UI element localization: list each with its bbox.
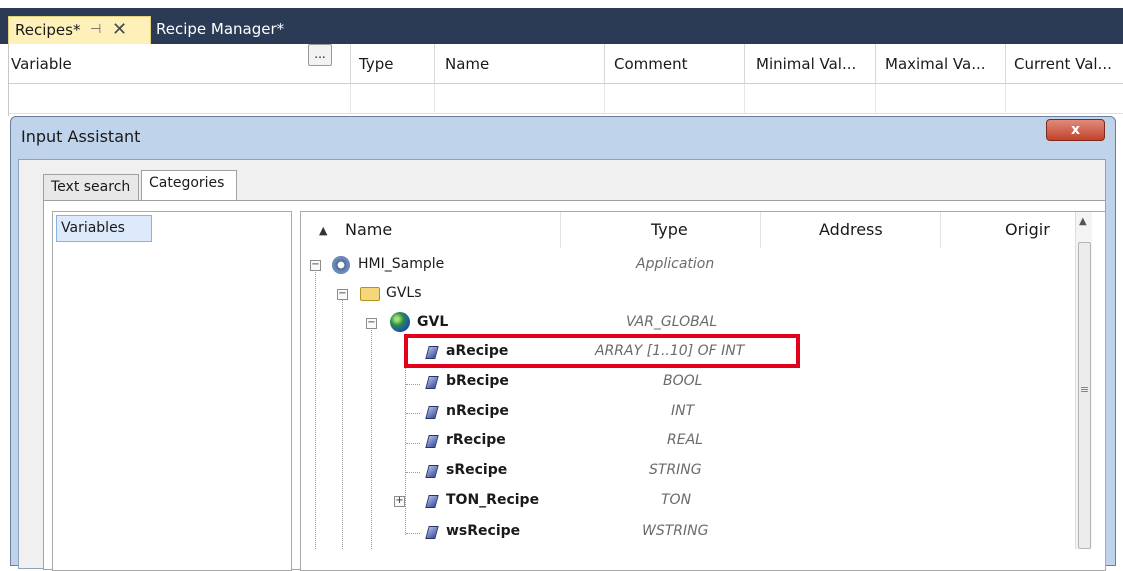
tree-row-wsrecipe[interactable]: wsRecipe WSTRING — [305, 518, 805, 546]
grip-icon: ≡ — [1079, 383, 1090, 396]
tree-node-type: Application — [636, 256, 715, 272]
column-header-comment[interactable]: Comment — [605, 44, 745, 84]
collapse-icon[interactable]: − — [337, 289, 348, 300]
tree-node-type: WSTRING — [642, 523, 709, 539]
tree-node-type: VAR_GLOBAL — [626, 314, 718, 330]
scroll-up-icon[interactable]: ▲ — [1079, 216, 1087, 227]
tree-header-origin[interactable]: Origir — [941, 212, 1071, 248]
tree-node-name: GVLs — [386, 285, 422, 301]
variable-icon — [425, 435, 439, 448]
tree-row-rrecipe[interactable]: rRecipe REAL — [305, 427, 805, 455]
dialog-title: Input Assistant — [21, 127, 141, 146]
tab-text-search[interactable]: Text search — [43, 174, 139, 200]
collapse-icon[interactable]: − — [366, 318, 377, 329]
dialog-close-button[interactable]: x — [1046, 119, 1105, 141]
tree-node-type: TON — [661, 492, 692, 508]
tree-node-type: STRING — [649, 462, 702, 478]
tree-node-type: BOOL — [663, 373, 703, 389]
tree-vertical-scrollbar[interactable]: ▲ ≡ — [1075, 212, 1092, 549]
tree-header-name[interactable]: Name — [345, 212, 561, 248]
cell-type[interactable] — [351, 84, 435, 114]
tree-node-type: REAL — [667, 432, 703, 448]
tree-row-srecipe[interactable]: sRecipe STRING — [305, 457, 805, 485]
globe-icon — [390, 312, 410, 332]
cell-minimal-value[interactable] — [745, 84, 876, 114]
tree-row-application[interactable]: − HMI_Sample Application — [305, 251, 805, 279]
tab-recipes[interactable]: Recipes* ⊣ ✕ — [8, 16, 151, 44]
application-gear-icon — [332, 256, 350, 274]
tree-row-gvls[interactable]: − GVLs — [305, 280, 805, 308]
tree-row-gvl[interactable]: − GVL VAR_GLOBAL — [305, 309, 805, 337]
column-header-maximal-value[interactable]: Maximal Va... — [876, 44, 1006, 84]
column-header-current-value[interactable]: Current Val... — [1006, 44, 1123, 84]
variable-icon — [425, 465, 439, 478]
tab-categories[interactable]: Categories — [141, 170, 237, 200]
tree-node-name: TON_Recipe — [446, 492, 540, 508]
close-tab-icon[interactable]: ✕ — [112, 19, 127, 40]
tree-node-name: GVL — [417, 314, 449, 330]
tab-recipes-label: Recipes* — [15, 21, 81, 39]
tree-node-type: INT — [671, 403, 695, 419]
tab-recipe-manager-label: Recipe Manager* — [156, 20, 285, 38]
variable-icon — [425, 526, 439, 539]
collapse-icon[interactable]: − — [310, 260, 321, 271]
column-header-type[interactable]: Type — [351, 44, 435, 84]
cell-name[interactable] — [435, 84, 605, 114]
tree-node-name: rRecipe — [446, 432, 506, 448]
variable-icon — [425, 406, 439, 419]
tree-row-ton-recipe[interactable]: + TON_Recipe TON — [305, 487, 805, 515]
tree-node-name: wsRecipe — [446, 523, 521, 539]
tree-header-address[interactable]: Address — [761, 212, 941, 248]
cell-variable[interactable] — [9, 84, 351, 114]
pin-icon[interactable]: ⊣ — [90, 22, 101, 37]
cell-maximal-value[interactable] — [876, 84, 1006, 114]
variable-icon — [425, 376, 439, 389]
recipe-grid: Variable Type Name Comment Minimal Val..… — [8, 44, 1123, 116]
browse-variable-button[interactable]: ... — [308, 44, 332, 66]
tree-row-nrecipe[interactable]: nRecipe INT — [305, 398, 805, 426]
tree-header-type[interactable]: Type — [561, 212, 761, 248]
tree-row-brecipe[interactable]: bRecipe BOOL — [305, 368, 805, 396]
highlight-box — [404, 334, 800, 368]
recipe-grid-row[interactable] — [9, 84, 1123, 114]
column-header-variable[interactable]: Variable — [9, 44, 351, 84]
category-list: Variables — [52, 211, 292, 571]
column-header-minimal-value[interactable]: Minimal Val... — [745, 44, 876, 84]
tree-node-name: sRecipe — [446, 462, 508, 478]
expand-icon[interactable]: + — [394, 496, 405, 507]
sort-ascending-icon[interactable]: ▲ — [319, 224, 327, 237]
variable-icon — [425, 495, 439, 508]
cell-current-value[interactable] — [1006, 84, 1123, 114]
recipe-grid-header: Variable Type Name Comment Minimal Val..… — [9, 44, 1123, 84]
category-variables[interactable]: Variables — [56, 215, 152, 242]
column-header-name[interactable]: Name — [435, 44, 605, 84]
scrollbar-thumb[interactable]: ≡ — [1078, 242, 1091, 549]
cell-comment[interactable] — [605, 84, 745, 114]
tree-node-name: HMI_Sample — [358, 256, 445, 272]
document-tab-strip: Recipes* ⊣ ✕ Recipe Manager* — [0, 0, 1123, 44]
tab-recipe-manager[interactable]: Recipe Manager* — [154, 16, 306, 44]
folder-icon — [360, 287, 380, 301]
tree-node-name: bRecipe — [446, 373, 509, 389]
tree-node-name: nRecipe — [446, 403, 509, 419]
